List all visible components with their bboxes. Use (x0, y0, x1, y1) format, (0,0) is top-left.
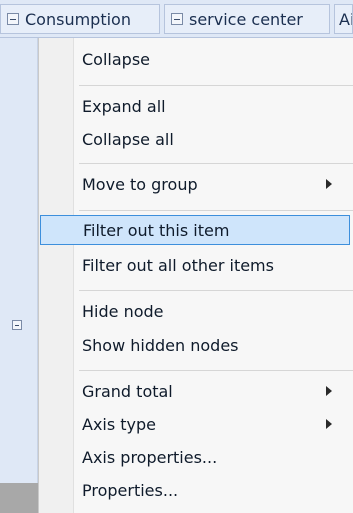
row-header-strip (0, 38, 38, 513)
menu-item-label: Grand total (82, 381, 173, 401)
menu-item-collapse[interactable]: Collapse (40, 44, 350, 74)
menu-item-show-hidden-nodes[interactable]: Show hidden nodes (40, 330, 350, 360)
menu-item-label: Properties... (82, 480, 179, 500)
menu-item-axis-properties[interactable]: Axis properties... (40, 442, 350, 472)
menu-item-label: Hide node (82, 301, 164, 321)
menu-item-filter-out-this-item[interactable]: Filter out this item (40, 215, 350, 245)
menu-item-label: Axis properties... (82, 447, 218, 467)
collapse-icon[interactable] (7, 13, 19, 25)
menu-item-label: Collapse (82, 49, 150, 69)
menu-separator (79, 85, 353, 86)
menu-item-axis-type[interactable]: Axis type (40, 409, 350, 439)
menu-item-label: Filter out this item (83, 220, 230, 240)
submenu-arrow-icon (326, 386, 332, 396)
column-header-truncated[interactable]: Ai (334, 4, 353, 34)
menu-item-label: Move to group (82, 174, 198, 194)
menu-item-label: Collapse all (82, 129, 174, 149)
column-header-label: Ai (339, 9, 353, 29)
menu-item-label: Axis type (82, 414, 157, 434)
column-header-service-center[interactable]: service center (164, 4, 330, 34)
menu-separator (79, 290, 353, 291)
menu-item-grand-total[interactable]: Grand total (40, 376, 350, 406)
column-header-label: service center (189, 9, 303, 29)
pivot-header-row: Consumption service center Ai (0, 0, 353, 38)
menu-item-filter-out-all-other-items[interactable]: Filter out all other items (40, 250, 350, 280)
column-header-consumption[interactable]: Consumption (0, 4, 160, 34)
menu-separator (79, 370, 353, 371)
menu-item-properties[interactable]: Properties... (40, 475, 350, 505)
submenu-arrow-icon (326, 179, 332, 189)
menu-item-label: Show hidden nodes (82, 335, 239, 355)
menu-separator (79, 163, 353, 164)
menu-item-collapse-all[interactable]: Collapse all (40, 124, 350, 154)
menu-item-hide-node[interactable]: Hide node (40, 296, 350, 326)
menu-item-label: Filter out all other items (82, 255, 274, 275)
collapse-icon[interactable] (12, 320, 22, 330)
column-header-label: Consumption (25, 9, 131, 29)
menu-separator (79, 210, 353, 211)
menu-item-move-to-group[interactable]: Move to group (40, 169, 350, 199)
menu-item-label: Expand all (82, 96, 166, 116)
row-selection-block (0, 483, 38, 513)
context-menu: Collapse Expand all Collapse all Move to… (38, 38, 353, 513)
menu-item-expand-all[interactable]: Expand all (40, 91, 350, 121)
collapse-icon[interactable] (171, 13, 183, 25)
submenu-arrow-icon (326, 419, 332, 429)
